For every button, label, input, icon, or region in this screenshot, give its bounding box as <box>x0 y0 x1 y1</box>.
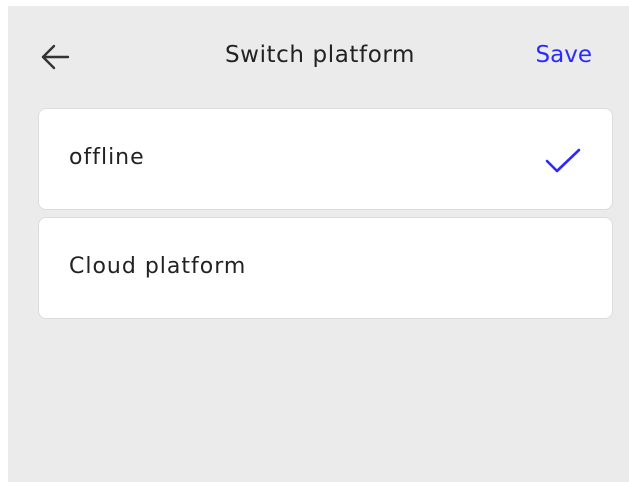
arrow-left-icon <box>41 44 70 70</box>
screen: Switch platform Save offline Cloud platf… <box>8 6 629 482</box>
platform-option-cloud[interactable]: Cloud platform <box>38 217 613 319</box>
checkmark-icon <box>545 148 581 173</box>
back-button[interactable] <box>36 40 76 76</box>
save-button[interactable]: Save <box>536 42 592 68</box>
header: Switch platform Save <box>8 6 629 102</box>
platform-list: offline Cloud platform <box>38 108 613 326</box>
platform-option-label: offline <box>69 145 145 170</box>
platform-option-label: Cloud platform <box>69 254 247 279</box>
platform-option-offline[interactable]: offline <box>38 108 613 210</box>
